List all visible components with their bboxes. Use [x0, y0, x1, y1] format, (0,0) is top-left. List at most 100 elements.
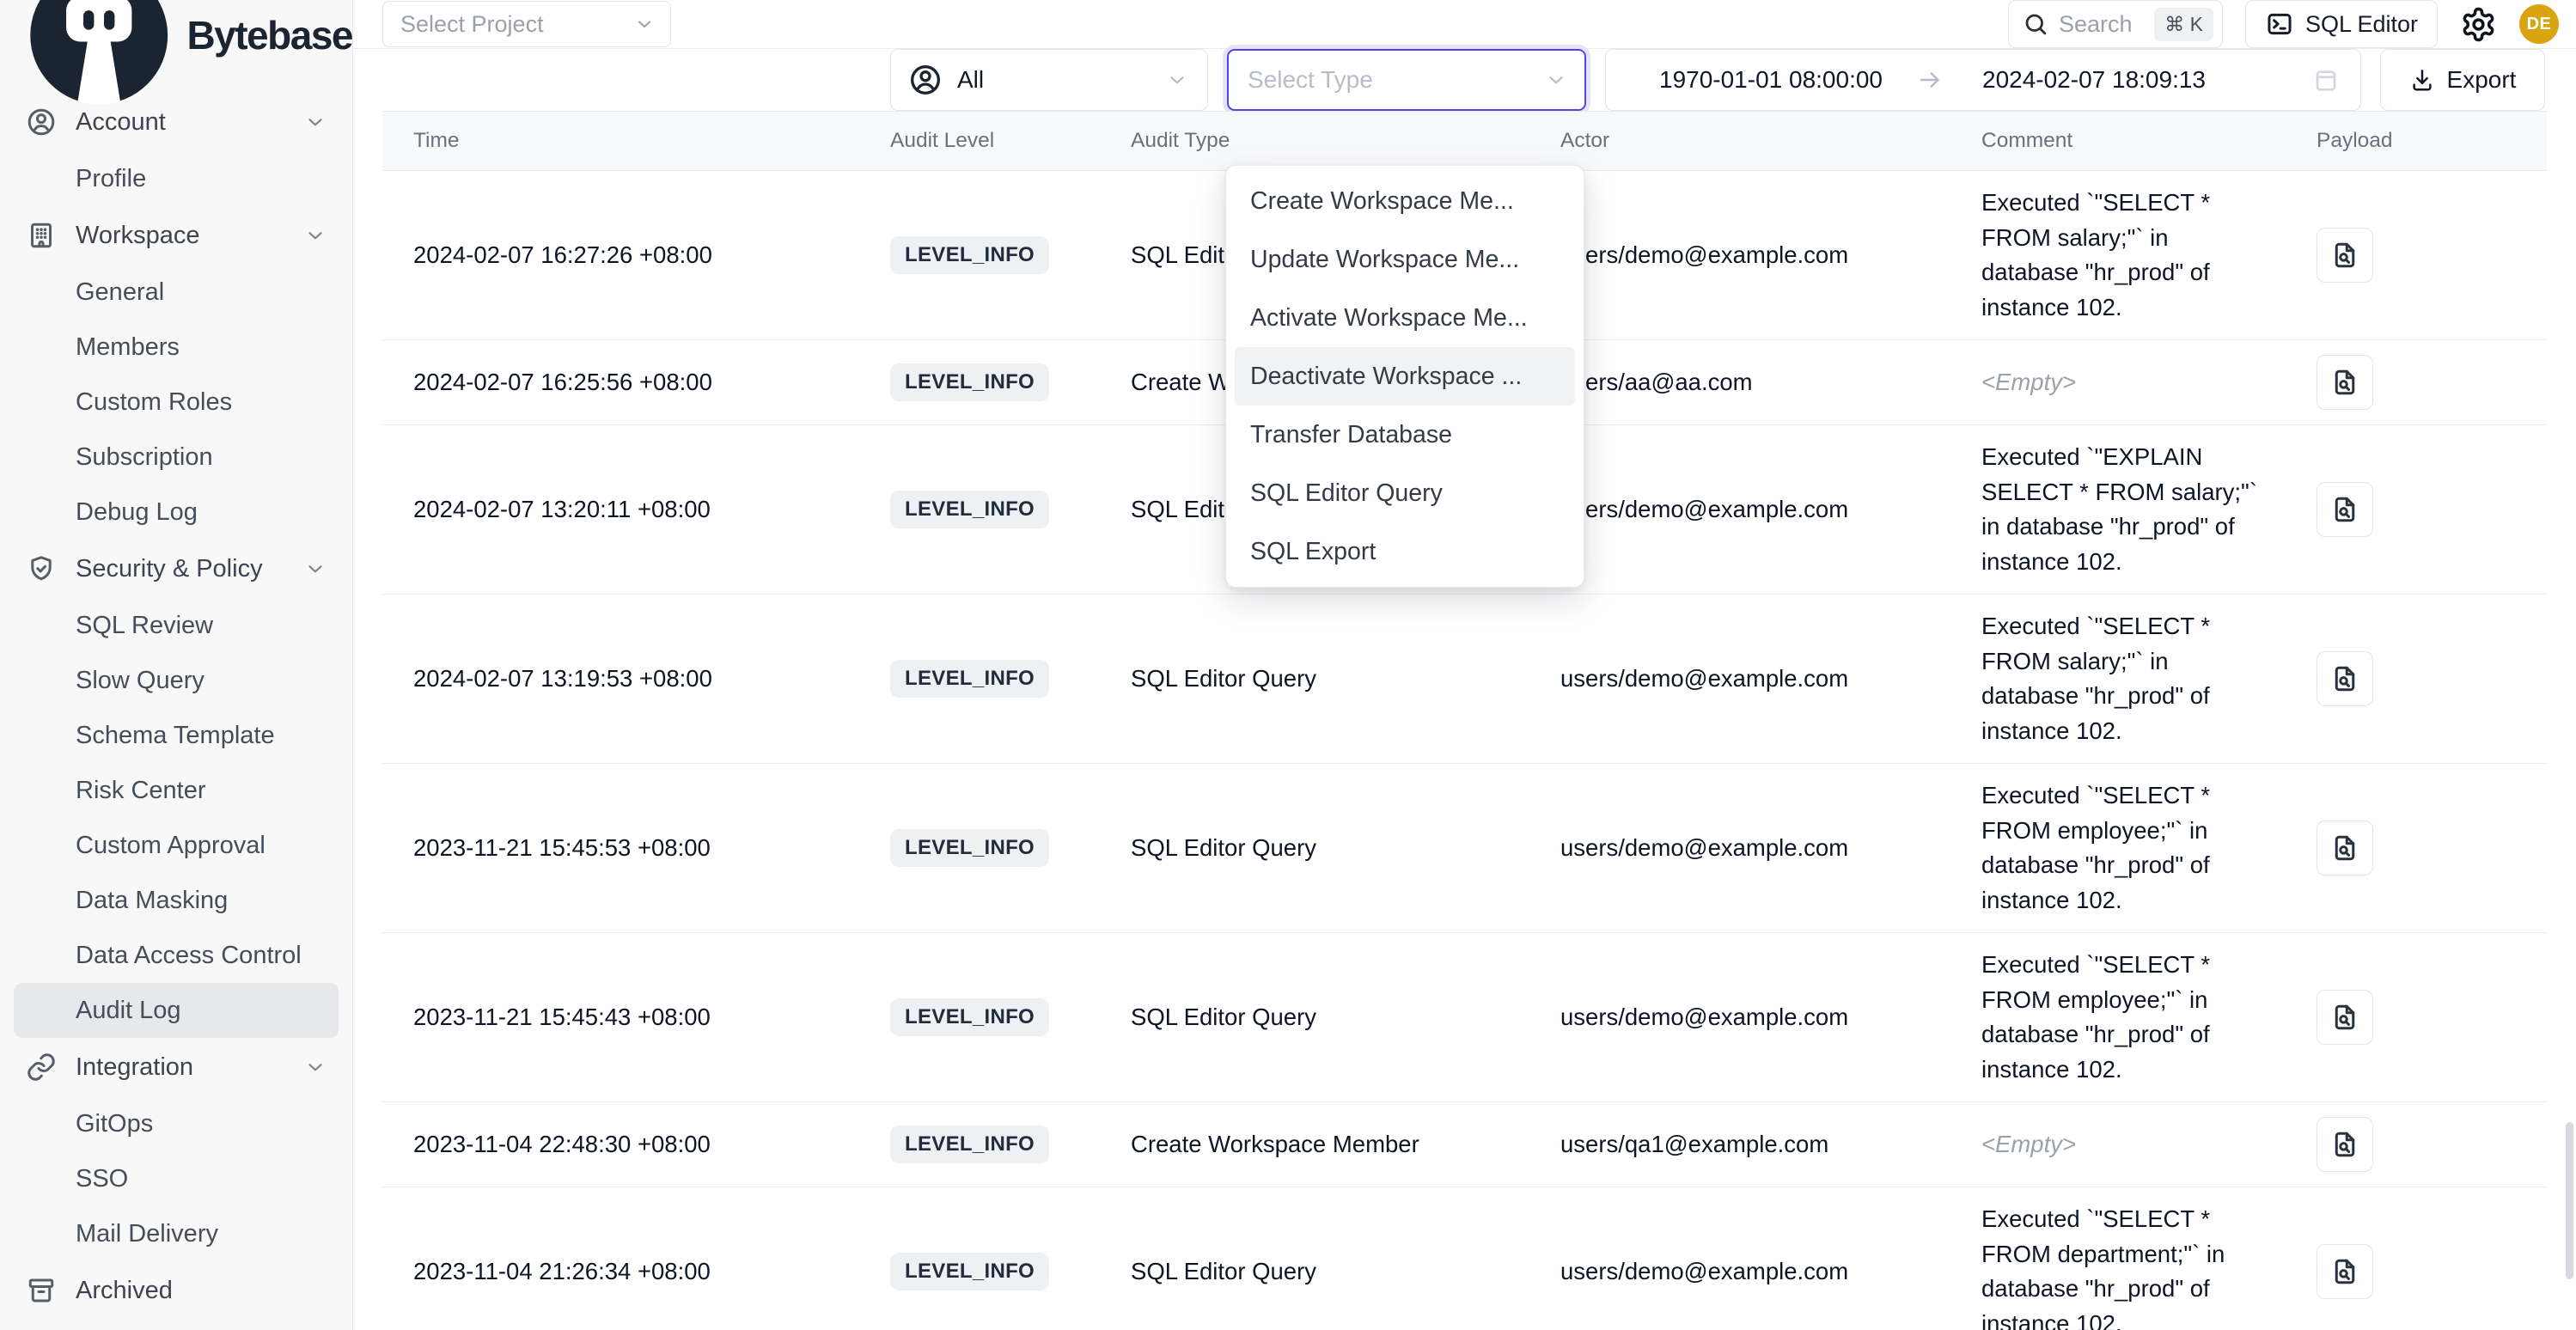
cell-actor: users/demo@example.com: [1529, 481, 1950, 538]
payload-view-button[interactable]: [2317, 821, 2373, 875]
sidebar-item-sso[interactable]: SSO: [14, 1151, 339, 1206]
cell-payload: [2286, 1229, 2547, 1314]
sidebar-item-debug-log[interactable]: Debug Log: [14, 485, 339, 540]
project-select[interactable]: Select Project: [382, 1, 671, 47]
sidebar-item-mail-delivery[interactable]: Mail Delivery: [14, 1206, 339, 1261]
search-input[interactable]: Search ⌘ K: [2008, 0, 2223, 48]
column-header-payload: Payload: [2286, 129, 2547, 153]
type-option-activate-workspace-me[interactable]: Activate Workspace Me...: [1226, 289, 1584, 347]
column-header-audit-level: Audit Level: [859, 129, 1100, 153]
topbar-right: Search ⌘ K SQL Editor DE: [2008, 0, 2559, 48]
payload-view-button[interactable]: [2317, 1117, 2373, 1172]
type-filter-select[interactable]: Select Type: [1227, 49, 1586, 111]
cell-actor: users/demo@example.com: [1529, 227, 1950, 284]
sidebar-item-label: Schema Template: [76, 722, 275, 750]
type-option-sql-editor-query[interactable]: SQL Editor Query: [1226, 464, 1584, 522]
sidebar-item-workspace[interactable]: Workspace: [14, 206, 339, 265]
cell-audit-level: LEVEL_INFO: [859, 222, 1100, 289]
sidebar-item-label: Account: [76, 108, 166, 137]
cell-comment: Executed `"SELECT * FROM employee;"` in …: [1950, 764, 2286, 932]
cell-time: 2023-11-04 21:26:34 +08:00: [382, 1243, 859, 1300]
sidebar-item-schema-template[interactable]: Schema Template: [14, 708, 339, 763]
sidebar-item-label: GitOps: [76, 1110, 153, 1138]
chevron-down-icon: [304, 1056, 327, 1078]
sidebar-item-account[interactable]: Account: [14, 93, 339, 151]
cell-audit-level: LEVEL_INFO: [859, 814, 1100, 882]
sidebar-item-risk-center[interactable]: Risk Center: [14, 763, 339, 818]
scrollbar-thumb[interactable]: [2566, 1122, 2573, 1279]
app-root: Bytebase AccountProfileWorkspaceGeneralM…: [0, 0, 2576, 1330]
column-header-time: Time: [382, 129, 859, 153]
gear-icon[interactable]: [2460, 6, 2497, 43]
column-header-actor: Actor: [1529, 129, 1950, 153]
cell-audit-level: LEVEL_INFO: [859, 1111, 1100, 1178]
type-option-deactivate-workspace[interactable]: Deactivate Workspace ...: [1235, 347, 1575, 406]
export-button[interactable]: Export: [2380, 49, 2545, 111]
file-search-icon: [2329, 663, 2360, 694]
type-option-update-workspace-me[interactable]: Update Workspace Me...: [1226, 230, 1584, 289]
sidebar-item-members[interactable]: Members: [14, 320, 339, 375]
type-dropdown-menu: Create Workspace Me...Update Workspace M…: [1225, 165, 1584, 588]
type-option-create-workspace-me[interactable]: Create Workspace Me...: [1226, 172, 1584, 230]
payload-view-button[interactable]: [2317, 990, 2373, 1045]
payload-view-button[interactable]: [2317, 355, 2373, 410]
sidebar-item-slow-query[interactable]: Slow Query: [14, 653, 339, 708]
type-option-transfer-database[interactable]: Transfer Database: [1226, 406, 1584, 464]
column-header-audit-type: Audit Type: [1100, 129, 1529, 153]
cell-comment: Executed `"SELECT * FROM salary;"` in da…: [1950, 171, 2286, 339]
building-icon: [26, 220, 57, 251]
sidebar-item-audit-log[interactable]: Audit Log: [14, 983, 339, 1038]
sidebar-item-security-policy[interactable]: Security & Policy: [14, 540, 339, 598]
sidebar-item-custom-roles[interactable]: Custom Roles: [14, 375, 339, 430]
cell-payload: [2286, 340, 2547, 424]
avatar[interactable]: DE: [2519, 4, 2559, 44]
sidebar-item-data-access-control[interactable]: Data Access Control: [14, 928, 339, 983]
cell-audit-level: LEVEL_INFO: [859, 476, 1100, 543]
cell-audit-type: SQL Editor Query: [1100, 989, 1529, 1046]
sidebar-item-gitops[interactable]: GitOps: [14, 1096, 339, 1151]
type-option-sql-export[interactable]: SQL Export: [1226, 522, 1584, 581]
sidebar-item-integration[interactable]: Integration: [14, 1038, 339, 1096]
sidebar-item-label: Mail Delivery: [76, 1220, 218, 1248]
cell-time: 2024-02-07 16:27:26 +08:00: [382, 227, 859, 284]
sidebar-item-archived[interactable]: Archived: [14, 1261, 339, 1320]
brand-logo[interactable]: Bytebase: [0, 0, 352, 70]
payload-view-button[interactable]: [2317, 651, 2373, 706]
table-row: 2023-11-21 15:45:43 +08:00LEVEL_INFOSQL …: [382, 933, 2547, 1102]
sidebar-item-data-masking[interactable]: Data Masking: [14, 873, 339, 928]
actor-filter-value: All: [957, 66, 1151, 94]
sidebar-item-custom-approval[interactable]: Custom Approval: [14, 818, 339, 873]
download-icon: [2409, 67, 2435, 93]
sidebar-item-label: Integration: [76, 1053, 193, 1082]
search-shortcut-kbd: ⌘ K: [2154, 8, 2213, 41]
link-icon: [26, 1052, 57, 1083]
sidebar-item-general[interactable]: General: [14, 265, 339, 320]
cell-comment: Executed `"SELECT * FROM salary;"` in da…: [1950, 595, 2286, 763]
sidebar-item-profile[interactable]: Profile: [14, 151, 339, 206]
audit-level-badge: LEVEL_INFO: [890, 1253, 1049, 1290]
chevron-down-icon: [304, 558, 327, 580]
sidebar-item-label: Risk Center: [76, 777, 206, 805]
cell-audit-type: SQL Editor Query: [1100, 820, 1529, 876]
project-select-placeholder: Select Project: [400, 11, 544, 38]
table-header-row: TimeAudit LevelAudit TypeActorCommentPay…: [382, 111, 2547, 171]
payload-view-button[interactable]: [2317, 482, 2373, 537]
cell-time: 2024-02-07 13:20:11 +08:00: [382, 481, 859, 538]
chevron-down-icon: [304, 111, 327, 133]
sidebar-item-sql-review[interactable]: SQL Review: [14, 598, 339, 653]
cell-payload: [2286, 637, 2547, 721]
search-icon: [2023, 11, 2048, 37]
cell-audit-level: LEVEL_INFO: [859, 349, 1100, 416]
payload-view-button[interactable]: [2317, 228, 2373, 283]
sidebar-item-label: Data Access Control: [76, 942, 302, 970]
payload-view-button[interactable]: [2317, 1244, 2373, 1299]
sidebar-item-label: Slow Query: [76, 667, 204, 695]
date-range-picker[interactable]: 1970-01-01 08:00:00 2024-02-07 18:09:13: [1605, 49, 2361, 111]
sidebar-item-subscription[interactable]: Subscription: [14, 430, 339, 485]
actor-filter-select[interactable]: All: [890, 49, 1208, 111]
table-row: 2023-11-04 21:26:34 +08:00LEVEL_INFOSQL …: [382, 1187, 2547, 1330]
terminal-icon: [2265, 9, 2294, 39]
sidebar-item-label: Subscription: [76, 443, 213, 472]
sidebar: Bytebase AccountProfileWorkspaceGeneralM…: [0, 0, 353, 1330]
sql-editor-button[interactable]: SQL Editor: [2245, 0, 2438, 48]
